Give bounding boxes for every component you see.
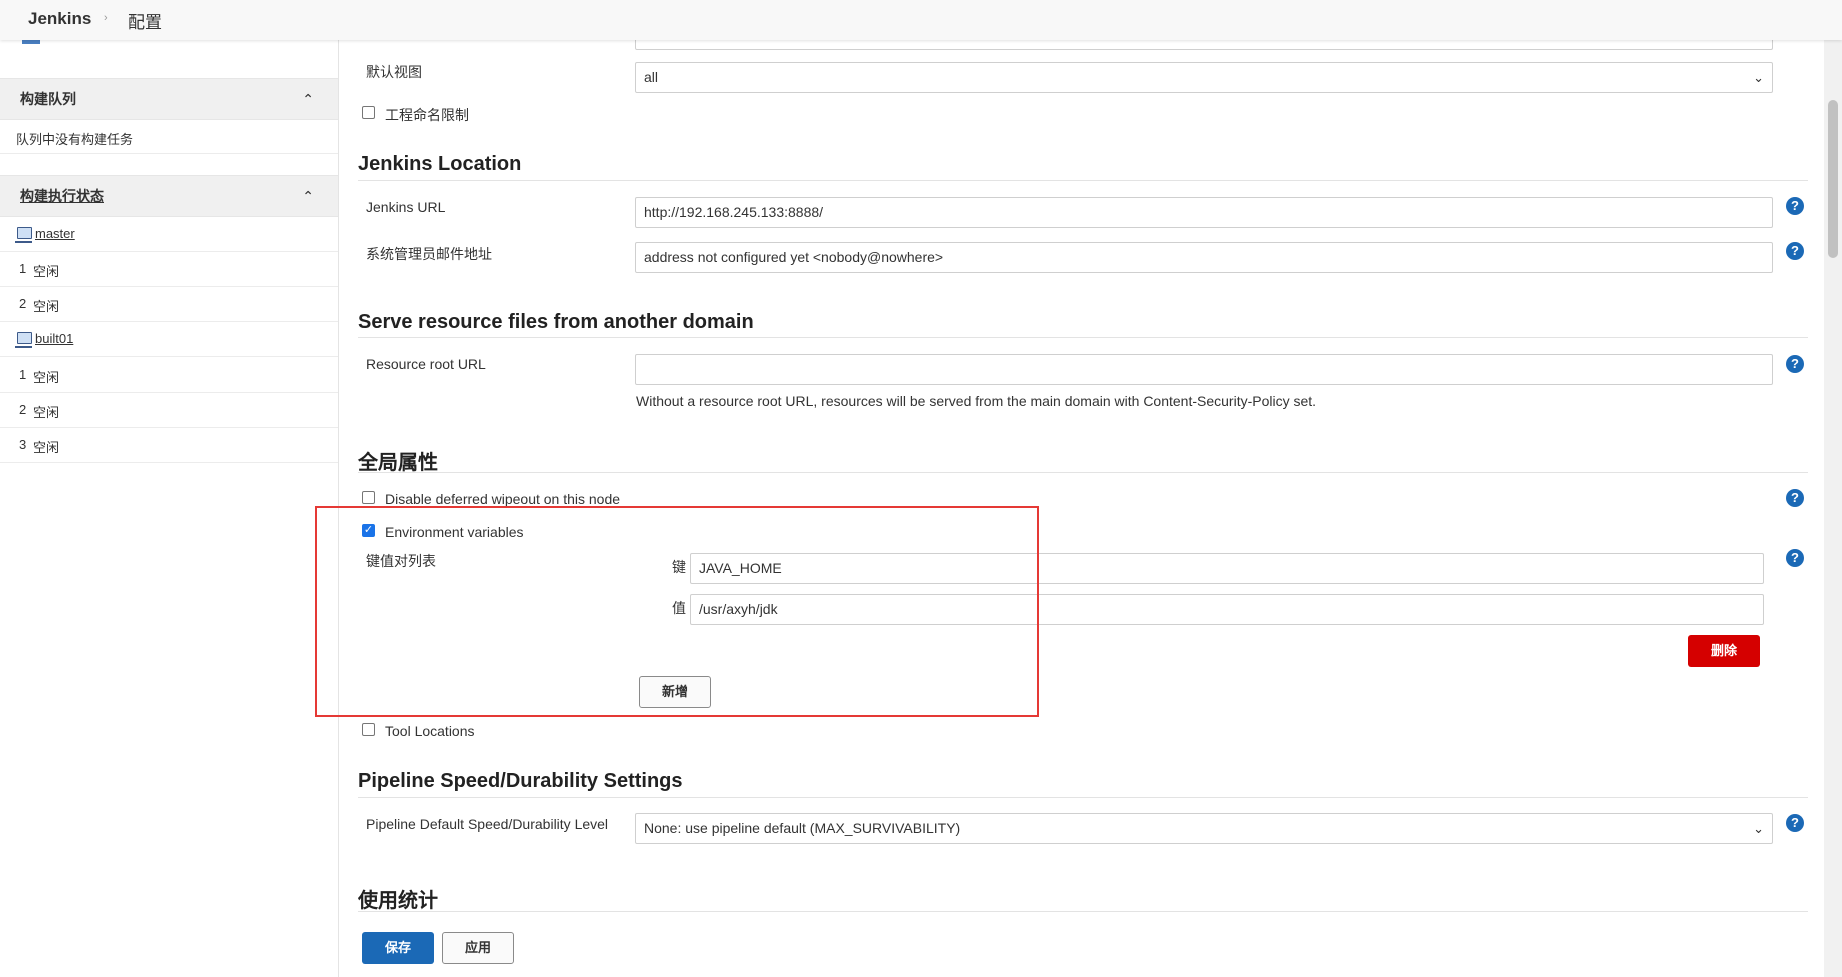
resource-root-url-input[interactable] [635, 354, 1773, 385]
section-title-resource-domain: Serve resource files from another domain [358, 311, 754, 333]
default-view-select[interactable]: all ⌄ [635, 62, 1773, 93]
default-view-label: 默认视图 [366, 64, 422, 80]
computer-icon [15, 332, 32, 348]
executor-slot-number: 1 [19, 261, 27, 276]
pipeline-level-select[interactable]: None: use pipeline default (MAX_SURVIVAB… [635, 813, 1773, 844]
executor-slot-row: 2 空闲 [0, 392, 338, 428]
jenkins-url-input[interactable]: http://192.168.245.133:8888/ [635, 197, 1773, 228]
collapse-chevron-icon[interactable]: ⌃ [302, 91, 314, 108]
executor-slot-status: 空闲 [33, 264, 60, 279]
executor-slot-status: 空闲 [33, 405, 60, 420]
section-title-pipeline: Pipeline Speed/Durability Settings [358, 770, 683, 792]
executor-node-link[interactable]: built01 [35, 331, 73, 346]
sidebar-scrolled-item-edge [22, 40, 40, 44]
section-divider [358, 337, 1808, 338]
build-queue-title: 构建队列 [20, 91, 76, 107]
help-icon[interactable]: ? [1786, 242, 1804, 260]
help-icon[interactable]: ? [1786, 489, 1804, 507]
executor-node-row[interactable]: built01 [0, 321, 338, 357]
executor-node-link[interactable]: master [35, 226, 75, 241]
chevron-down-icon: ⌄ [1753, 821, 1764, 836]
executor-slot-status: 空闲 [33, 370, 60, 385]
build-queue-empty: 队列中没有构建任务 [0, 119, 338, 154]
admin-email-input[interactable]: address not configured yet <nobody@nowhe… [635, 242, 1773, 273]
jenkins-url-label: Jenkins URL [366, 199, 446, 215]
chevron-down-icon: ⌄ [1753, 70, 1764, 85]
section-divider [358, 472, 1808, 473]
save-button[interactable]: 保存 [362, 932, 434, 964]
tool-locations-label: Tool Locations [385, 723, 475, 739]
executor-slot-row: 1 空闲 [0, 357, 338, 393]
executor-slot-row: 1 空闲 [0, 251, 338, 287]
build-queue-empty-text: 队列中没有构建任务 [16, 132, 134, 147]
help-icon[interactable]: ? [1786, 814, 1804, 832]
executor-slot-row: 2 空闲 [0, 286, 338, 322]
pipeline-level-label: Pipeline Default Speed/Durability Level [366, 816, 609, 832]
computer-icon [15, 227, 32, 243]
breadcrumb-separator-icon: › [104, 12, 108, 24]
section-divider [358, 911, 1808, 912]
executor-slot-number: 3 [19, 437, 27, 452]
delete-button[interactable]: 删除 [1688, 635, 1760, 667]
executor-status-title[interactable]: 构建执行状态 [20, 186, 104, 206]
section-title-jenkins-location: Jenkins Location [358, 153, 522, 175]
project-naming-label: 工程命名限制 [385, 107, 469, 123]
breadcrumb-home-link[interactable]: Jenkins [28, 9, 91, 29]
help-icon[interactable]: ? [1786, 355, 1804, 373]
resource-root-url-label: Resource root URL [366, 356, 486, 372]
resource-root-url-hint: Without a resource root URL, resources w… [636, 393, 1317, 409]
executor-slot-number: 1 [19, 367, 27, 382]
deferred-wipeout-label: Disable deferred wipeout on this node [385, 491, 621, 507]
help-icon[interactable]: ? [1786, 197, 1804, 215]
executor-slot-status: 空闲 [33, 299, 60, 314]
section-title-usage: 使用统计 [358, 890, 438, 912]
build-queue-header[interactable]: 构建队列 ⌃ [0, 78, 338, 120]
executor-status-header[interactable]: 构建执行状态 ⌃ [0, 175, 338, 217]
apply-button[interactable]: 应用 [442, 932, 514, 964]
breadcrumb-current[interactable]: 配置 [128, 8, 162, 33]
deferred-wipeout-checkbox[interactable] [362, 491, 375, 504]
admin-email-label: 系统管理员邮件地址 [366, 246, 492, 262]
breadcrumb-bar: Jenkins › 配置 [0, 0, 1842, 40]
executor-slot-status: 空闲 [33, 440, 60, 455]
help-icon[interactable]: ? [1786, 549, 1804, 567]
scrollbar-thumb[interactable] [1828, 100, 1838, 258]
tool-locations-checkbox[interactable] [362, 723, 375, 736]
project-naming-checkbox[interactable] [362, 106, 375, 119]
section-divider [358, 180, 1808, 181]
section-divider [358, 797, 1808, 798]
executor-slot-number: 2 [19, 402, 27, 417]
executor-slot-number: 2 [19, 296, 27, 311]
highlight-box [315, 506, 1039, 717]
executor-slot-row: 3 空闲 [0, 427, 338, 463]
default-view-value: all [644, 69, 659, 85]
section-title-global-properties: 全局属性 [358, 452, 438, 474]
executor-node-row[interactable]: master [0, 216, 338, 252]
pipeline-level-value: None: use pipeline default (MAX_SURVIVAB… [644, 820, 961, 836]
collapse-chevron-icon[interactable]: ⌃ [302, 188, 314, 205]
